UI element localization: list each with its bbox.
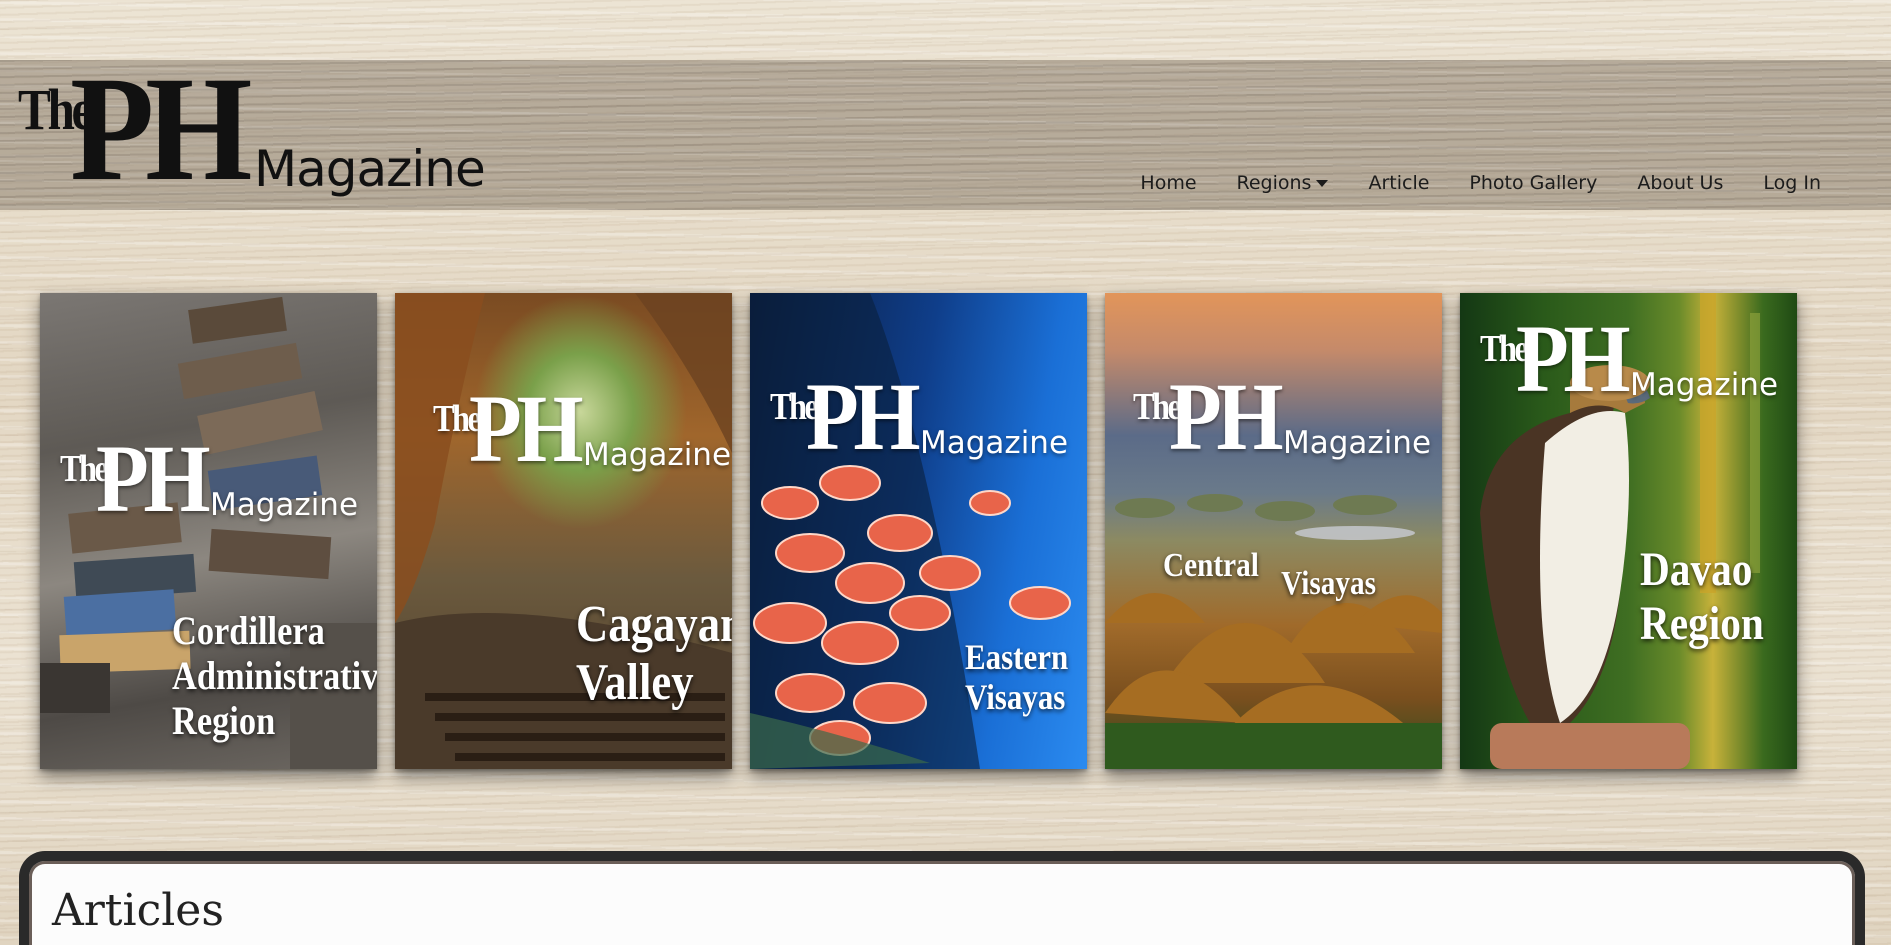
region-label-line: Central xyxy=(1163,547,1259,584)
logo-magazine-text: Magazine xyxy=(254,140,486,198)
cover-logo-magazine: Magazine xyxy=(1630,367,1779,403)
region-label: Davao Region xyxy=(1640,543,1764,651)
cover-logo: The PH Magazine xyxy=(1133,369,1433,471)
cover-logo-magazine: Magazine xyxy=(920,425,1069,461)
region-label-line: Cagayan xyxy=(576,596,732,653)
nav-home[interactable]: Home xyxy=(1120,172,1216,194)
region-label-line: Davao xyxy=(1640,543,1753,596)
cover-card-eastern-visayas[interactable]: The PH Magazine Eastern Visayas xyxy=(750,293,1087,769)
site-header: The PH Magazine Home Regions Article Pho… xyxy=(0,54,1891,210)
region-label: Central Visayas xyxy=(1163,549,1376,601)
cover-logo: The PH Magazine xyxy=(433,381,732,483)
region-label-line: Cordillera xyxy=(172,608,325,653)
nav-article[interactable]: Article xyxy=(1348,172,1449,194)
articles-heading: Articles xyxy=(52,885,224,936)
nav-regions-dropdown[interactable]: Regions xyxy=(1217,172,1349,194)
cover-logo-ph: PH xyxy=(1169,363,1284,470)
main-nav: Home Regions Article Photo Gallery About… xyxy=(1120,172,1841,194)
region-label-line: Eastern xyxy=(965,637,1069,677)
cover-card-central-visayas[interactable]: The PH Magazine Central Visayas xyxy=(1105,293,1442,769)
region-label: Cordillera Administrative Region xyxy=(172,608,377,743)
cover-logo-ph: PH xyxy=(1516,305,1631,412)
nav-photo-gallery-label: Photo Gallery xyxy=(1469,172,1598,194)
cover-logo-magazine: Magazine xyxy=(583,437,732,473)
region-label-line: Visayas xyxy=(965,677,1066,718)
cover-card-davao-region[interactable]: The PH Magazine Davao Region xyxy=(1460,293,1797,769)
cover-card-cordillera[interactable]: The PH Magazine Cordillera Administrativ… xyxy=(40,293,377,769)
cover-logo: The PH Magazine xyxy=(770,369,1070,471)
articles-section: Articles xyxy=(19,851,1865,945)
cover-logo-ph: PH xyxy=(806,363,921,470)
region-label-line: Region xyxy=(172,697,276,743)
nav-log-in-label: Log In xyxy=(1763,172,1821,194)
region-covers: The PH Magazine Cordillera Administrativ… xyxy=(40,293,1800,769)
cover-logo-magazine: Magazine xyxy=(1283,425,1432,461)
cover-card-cagayan-valley[interactable]: The PH Magazine Cagayan Valley xyxy=(395,293,732,769)
cover-logo-magazine: Magazine xyxy=(210,487,359,523)
nav-about-us-label: About Us xyxy=(1637,172,1724,194)
region-label: Cagayan Valley xyxy=(576,596,732,712)
cover-logo-ph: PH xyxy=(469,375,584,482)
cover-logo: The PH Magazine xyxy=(1480,311,1780,413)
region-label-line: Valley xyxy=(576,654,694,712)
nav-regions-label: Regions xyxy=(1236,172,1312,194)
region-label-line: Region xyxy=(1640,596,1764,650)
cover-logo-ph: PH xyxy=(96,425,211,532)
region-label-line: Visayas xyxy=(1281,565,1376,602)
logo-ph-text: PH xyxy=(70,46,252,212)
nav-about-us[interactable]: About Us xyxy=(1617,172,1743,194)
caret-down-icon xyxy=(1316,179,1329,187)
nav-log-in[interactable]: Log In xyxy=(1743,172,1841,194)
cover-logo: The PH Magazine xyxy=(60,431,360,533)
nav-home-label: Home xyxy=(1140,172,1197,194)
nav-article-label: Article xyxy=(1368,172,1430,194)
region-label-line: Administrative xyxy=(172,652,377,698)
nav-photo-gallery[interactable]: Photo Gallery xyxy=(1449,172,1617,194)
site-logo[interactable]: The PH Magazine xyxy=(18,54,488,204)
region-label: Eastern Visayas xyxy=(965,637,1068,718)
